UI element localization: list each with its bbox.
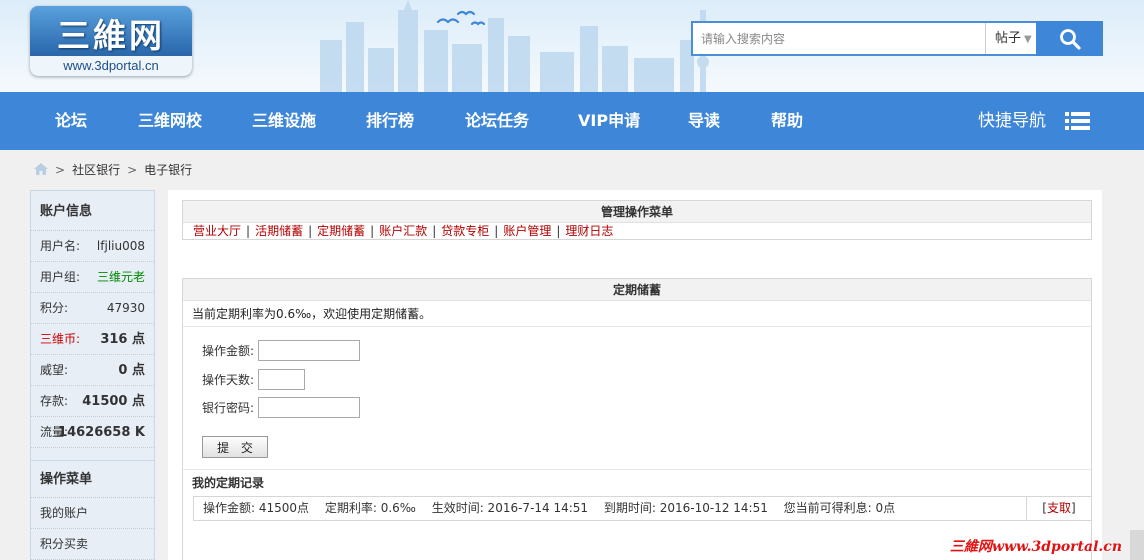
- record-details: 操作金额: 41500点 定期利率: 0.6‰ 生效时间: 2016-7-14 …: [203, 501, 896, 515]
- menu-link-demand-savings[interactable]: 活期储蓄: [255, 224, 303, 238]
- sidebar-item-points-trade[interactable]: 积分买卖: [31, 529, 154, 560]
- stat-label: 存款:: [40, 394, 69, 408]
- breadcrumb-e-bank: 电子银行: [144, 163, 193, 177]
- nav-item-school[interactable]: 三维网校: [138, 92, 202, 150]
- stat-value: 三维元老: [96, 270, 145, 284]
- stat-label: 威望:: [40, 363, 69, 377]
- amount-label: 操作金额:: [202, 344, 255, 358]
- logo-title: 三維网: [57, 16, 165, 55]
- account-info-title: 账户信息: [31, 191, 154, 231]
- fixed-records-title: 我的定期记录: [183, 469, 1091, 495]
- nav-item-facilities[interactable]: 三维设施: [252, 92, 316, 150]
- sidebar: 账户信息 用户名: lfjliu008 用户组: 三维元老 积分: 47930 …: [30, 190, 155, 560]
- stat-points: 积分: 47930: [31, 293, 154, 324]
- bank-password-input[interactable]: [258, 397, 360, 418]
- quick-nav-link[interactable]: 快捷导航: [978, 92, 1046, 150]
- nav-item-help[interactable]: 帮助: [771, 92, 803, 150]
- menu-link-loans[interactable]: 贷款专柜: [441, 224, 489, 238]
- stat-value: 316 点: [100, 332, 145, 347]
- stat-coins: 三维币: 316 点: [31, 324, 154, 355]
- fixed-record-row: 操作金额: 41500点 定期利率: 0.6‰ 生效时间: 2016-7-14 …: [193, 496, 1092, 521]
- menu-link-account-manage[interactable]: 账户管理: [503, 224, 551, 238]
- search-input[interactable]: [693, 23, 985, 54]
- rate-notice: 当前定期利率为0.6‰，欢迎使用定期储蓄。: [183, 301, 1091, 327]
- fixed-deposit-title: 定期储蓄: [183, 279, 1091, 301]
- search-type-label: 帖子: [995, 31, 1022, 46]
- breadcrumb-separator: >: [55, 163, 66, 177]
- management-menu: 营业大厅 | 活期储蓄 | 定期储蓄 | 账户汇款 | 贷款专柜 | 账户管理 | 理财日志: [193, 224, 614, 238]
- breadcrumb: > 社区银行 > 电子银行: [34, 160, 192, 180]
- search-button[interactable]: [1036, 21, 1103, 56]
- stat-traffic: 流量: 14626658 K: [31, 417, 154, 448]
- search-icon: [1059, 28, 1081, 50]
- main-nav: 论坛 三维网校 三维设施 排行榜 论坛任务 VIP申请 导读 帮助 快捷导航: [0, 92, 1144, 150]
- stat-value: 47930: [106, 301, 145, 315]
- password-label: 银行密码:: [202, 401, 255, 415]
- menu-list-icon[interactable]: [1065, 111, 1090, 131]
- stat-label: 用户组:: [40, 270, 81, 284]
- breadcrumb-community-bank[interactable]: 社区银行: [72, 163, 120, 177]
- nav-item-tasks[interactable]: 论坛任务: [465, 92, 529, 150]
- submit-button[interactable]: 提 交: [202, 436, 268, 458]
- search-box: 帖子▼: [691, 21, 1103, 56]
- search-type-select[interactable]: 帖子 ▼: [985, 23, 1036, 54]
- days-label: 操作天数:: [202, 373, 255, 387]
- amount-row: 操作金额:: [202, 340, 360, 362]
- stat-label: 用户名:: [40, 239, 81, 253]
- stat-username: 用户名: lfjliu008: [31, 231, 154, 262]
- nav-item-guide[interactable]: 导读: [688, 92, 720, 150]
- breadcrumb-separator: >: [127, 163, 138, 177]
- sidebar-item-my-account[interactable]: 我的账户: [31, 498, 154, 529]
- days-row: 操作天数:: [202, 369, 305, 391]
- menu-link-fixed-savings[interactable]: 定期储蓄: [317, 224, 365, 238]
- stat-value: 0 点: [118, 363, 145, 378]
- record-action: [支取]: [1026, 497, 1091, 520]
- city-skyline-illustration: [320, 0, 711, 92]
- header-banner: 三維网 www.3dportal.cn 帖子▼: [0, 0, 1144, 92]
- logo-url: www.3dportal.cn: [30, 56, 192, 76]
- nav-item-vip[interactable]: VIP申请: [578, 92, 640, 150]
- operation-menu-title: 操作菜单: [31, 460, 154, 498]
- stat-prestige: 威望: 0 点: [31, 355, 154, 386]
- stat-value: lfjliu008: [96, 239, 145, 253]
- site-logo[interactable]: 三維网 www.3dportal.cn: [30, 6, 192, 76]
- chevron-down-icon: ▼: [1024, 34, 1032, 45]
- stat-deposit: 存款: 41500 点: [31, 386, 154, 417]
- stat-value: 41500 点: [82, 394, 145, 409]
- scrollbar[interactable]: [1130, 530, 1144, 560]
- main-content: 管理操作菜单 营业大厅 | 活期储蓄 | 定期储蓄 | 账户汇款 | 贷款专柜 | 账户管理 | 理财日…: [168, 190, 1102, 560]
- withdraw-link[interactable]: 支取: [1047, 501, 1071, 515]
- management-menu-title: 管理操作菜单: [183, 201, 1091, 223]
- days-input[interactable]: [258, 369, 305, 390]
- menu-link-finance-log[interactable]: 理财日志: [565, 224, 613, 238]
- password-row: 银行密码:: [202, 397, 360, 419]
- stat-label: 积分:: [40, 301, 69, 315]
- home-icon[interactable]: [34, 163, 48, 175]
- nav-item-ranking[interactable]: 排行榜: [366, 92, 414, 150]
- nav-item-forum[interactable]: 论坛: [55, 92, 87, 150]
- management-menu-box: 管理操作菜单 营业大厅 | 活期储蓄 | 定期储蓄 | 账户汇款 | 贷款专柜 | 账户管理 | 理财日…: [182, 200, 1092, 240]
- stat-usergroup: 用户组: 三维元老: [31, 262, 154, 293]
- menu-link-lobby[interactable]: 营业大厅: [193, 224, 241, 238]
- stat-value: 14626658 K: [58, 425, 145, 440]
- stat-label: 三维币:: [40, 332, 81, 346]
- watermark: 三維网www.3dportal.cn: [949, 539, 1122, 555]
- amount-input[interactable]: [258, 340, 360, 361]
- menu-link-remittance[interactable]: 账户汇款: [379, 224, 427, 238]
